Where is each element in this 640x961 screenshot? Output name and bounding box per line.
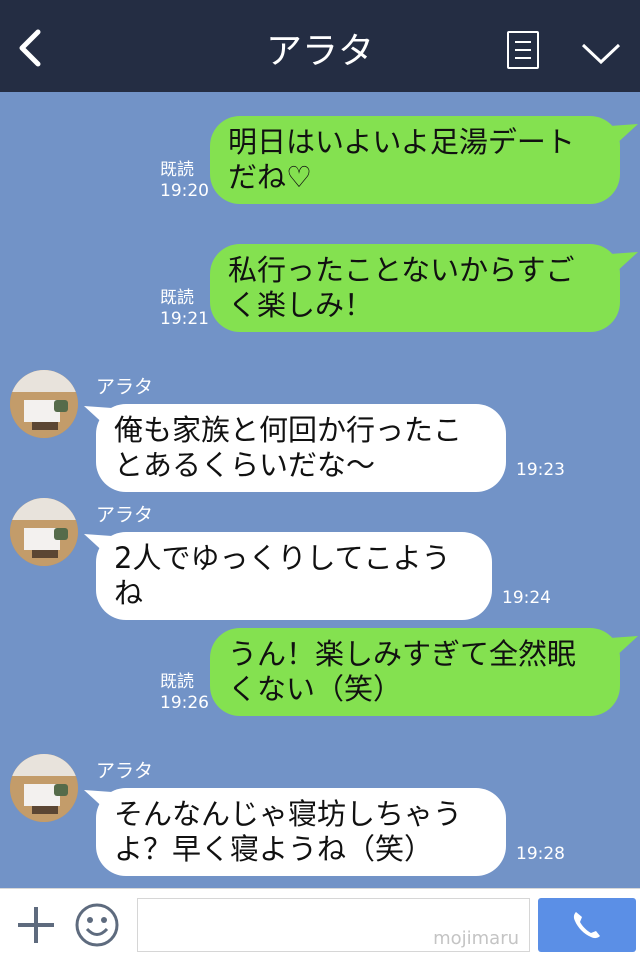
message-time: 19:28 — [516, 844, 565, 864]
bubble-tail — [610, 636, 638, 658]
avatar-image — [10, 498, 78, 566]
phone-icon — [573, 912, 600, 939]
emoji-icon[interactable] — [74, 902, 120, 948]
message-input-bar: mojimaru — [0, 888, 640, 961]
sender-name: アラタ — [96, 504, 154, 526]
message-bubble[interactable]: 2人でゆっくりしてこようね — [96, 532, 492, 620]
chat-title: アラタ — [265, 31, 374, 72]
read-status: 既読 19:20 — [160, 160, 209, 201]
avatar[interactable] — [10, 370, 78, 438]
read-status: 既読 19:21 — [160, 288, 209, 329]
avatar-image — [10, 754, 78, 822]
read-status: 既読 19:26 — [160, 672, 209, 713]
message-bubble[interactable]: そんなんじゃ寝坊しちゃうよ？早く寝ようね（笑） — [96, 788, 506, 876]
sender-name: アラタ — [96, 376, 154, 398]
bubble-tail — [610, 252, 638, 274]
message-bubble[interactable]: 明日はいよいよ足湯デートだね♡ — [210, 116, 620, 204]
avatar[interactable] — [10, 498, 78, 566]
bubble-tail — [610, 124, 638, 146]
message-time: 19:23 — [516, 460, 565, 480]
plus-icon[interactable] — [16, 905, 56, 945]
avatar[interactable] — [10, 754, 78, 822]
message-input[interactable]: mojimaru — [137, 898, 530, 952]
message-bubble[interactable]: 俺も家族と何回か行ったことあるくらいだな〜 — [96, 404, 506, 492]
sender-name: アラタ — [96, 760, 154, 782]
call-button[interactable] — [538, 898, 636, 952]
message-bubble[interactable]: 私行ったことないからすごく楽しみ！ — [210, 244, 620, 332]
chat-header: アラタ — [0, 0, 640, 92]
menu-icon[interactable] — [507, 31, 539, 69]
chat-area[interactable]: 既読 19:20 明日はいよいよ足湯デートだね♡ 既読 19:21 私行ったことない… — [0, 92, 640, 888]
message-bubble[interactable]: うん！楽しみすぎて全然眠くない（笑） — [210, 628, 620, 716]
message-time: 19:24 — [502, 588, 551, 608]
chevron-down-icon[interactable] — [580, 42, 622, 66]
watermark: mojimaru — [433, 928, 519, 949]
avatar-image — [10, 370, 78, 438]
